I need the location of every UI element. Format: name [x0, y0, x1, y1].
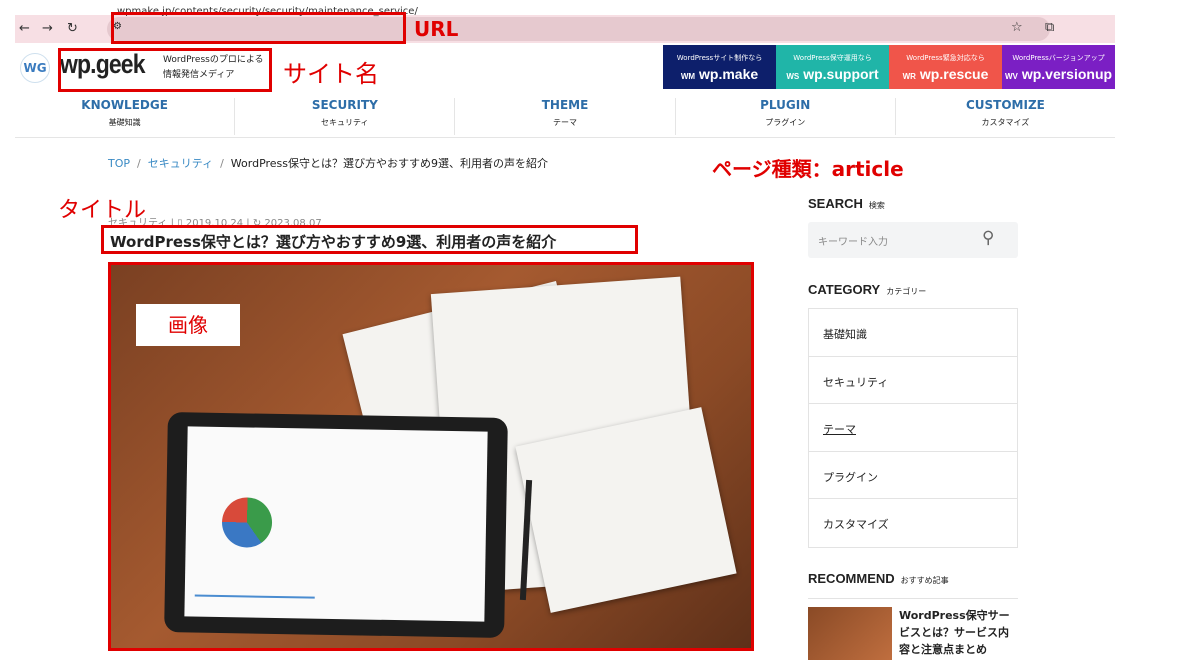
banner-wp-versionup[interactable]: WordPressバージョンアップ WV wp.versionup — [1002, 45, 1115, 89]
nav-knowledge[interactable]: KNOWLEDGE 基礎知識 — [15, 98, 236, 135]
bookmark-star-icon[interactable]: ☆ — [1011, 20, 1023, 35]
site-logo[interactable]: WG — [20, 53, 50, 83]
reload-icon[interactable]: ↻ — [67, 21, 78, 36]
search-icon[interactable]: ⚲ — [982, 228, 994, 248]
breadcrumb-current: WordPress保守とは？選び方やおすすめ9選、利用者の声を紹介 — [230, 157, 549, 170]
recommend-heading: RECOMMEND おすすめ記事 — [808, 571, 949, 586]
image-annotation-label: 画像 — [136, 304, 240, 346]
forward-icon[interactable]: → — [42, 21, 53, 36]
nav-theme[interactable]: THEME テーマ — [455, 98, 676, 135]
banner-wp-rescue[interactable]: WordPress緊急対応なら WR wp.rescue — [889, 45, 1002, 89]
search-heading: SEARCH 検索 — [808, 196, 885, 211]
category-heading: CATEGORY カテゴリー — [808, 282, 927, 297]
category-item[interactable]: 基礎知識 — [809, 309, 1017, 357]
site-name-annotation-label: サイト名 — [283, 60, 379, 88]
category-item[interactable]: プラグイン — [809, 452, 1017, 499]
tablet — [164, 412, 508, 638]
article-title: WordPress保守とは？選び方やおすすめ9選、利用者の声を紹介 — [101, 225, 638, 254]
global-nav: KNOWLEDGE 基礎知識 SECURITY セキュリティ THEME テーマ PL… — [15, 90, 1115, 138]
recommend-thumbnail[interactable] — [808, 607, 892, 660]
url-annotation-label: URL — [414, 17, 459, 41]
nav-customize[interactable]: CUSTOMIZE カスタマイズ — [896, 98, 1115, 135]
nav-plugin[interactable]: PLUGIN プラグイン — [676, 98, 896, 135]
search-input[interactable]: キーワード入力 ⚲ — [808, 222, 1018, 258]
category-item[interactable]: テーマ — [809, 404, 1017, 452]
breadcrumb-category[interactable]: セキュリティ — [148, 157, 213, 170]
url-annotation-box — [111, 12, 406, 44]
category-item[interactable]: カスタマイズ — [809, 499, 1017, 547]
category-list: 基礎知識 セキュリティ テーマ プラグイン カスタマイズ — [808, 308, 1018, 548]
banner-wp-support[interactable]: WordPress保守運用なら WS wp.support — [776, 45, 889, 89]
recommend-title[interactable]: WordPress保守サービスとは？サービス内容と注意点まとめ — [899, 607, 1018, 658]
banner-wp-make[interactable]: WordPressサイト制作なら WM wp.make — [663, 45, 776, 89]
breadcrumb: TOP / セキュリティ / WordPress保守とは？選び方やおすすめ9選、利用者の… — [108, 157, 549, 170]
page-type-annotation: ページ種類：article — [712, 157, 904, 181]
nav-security[interactable]: SECURITY セキュリティ — [235, 98, 456, 135]
breadcrumb-top[interactable]: TOP — [108, 157, 130, 170]
extensions-icon[interactable]: ⧉ — [1045, 20, 1054, 35]
site-name-annotation-box — [58, 48, 272, 92]
back-icon[interactable]: ← — [19, 21, 30, 36]
category-item[interactable]: セキュリティ — [809, 357, 1017, 404]
recommend-item[interactable]: WordPress保守サービスとは？サービス内容と注意点まとめ — [808, 598, 1018, 660]
